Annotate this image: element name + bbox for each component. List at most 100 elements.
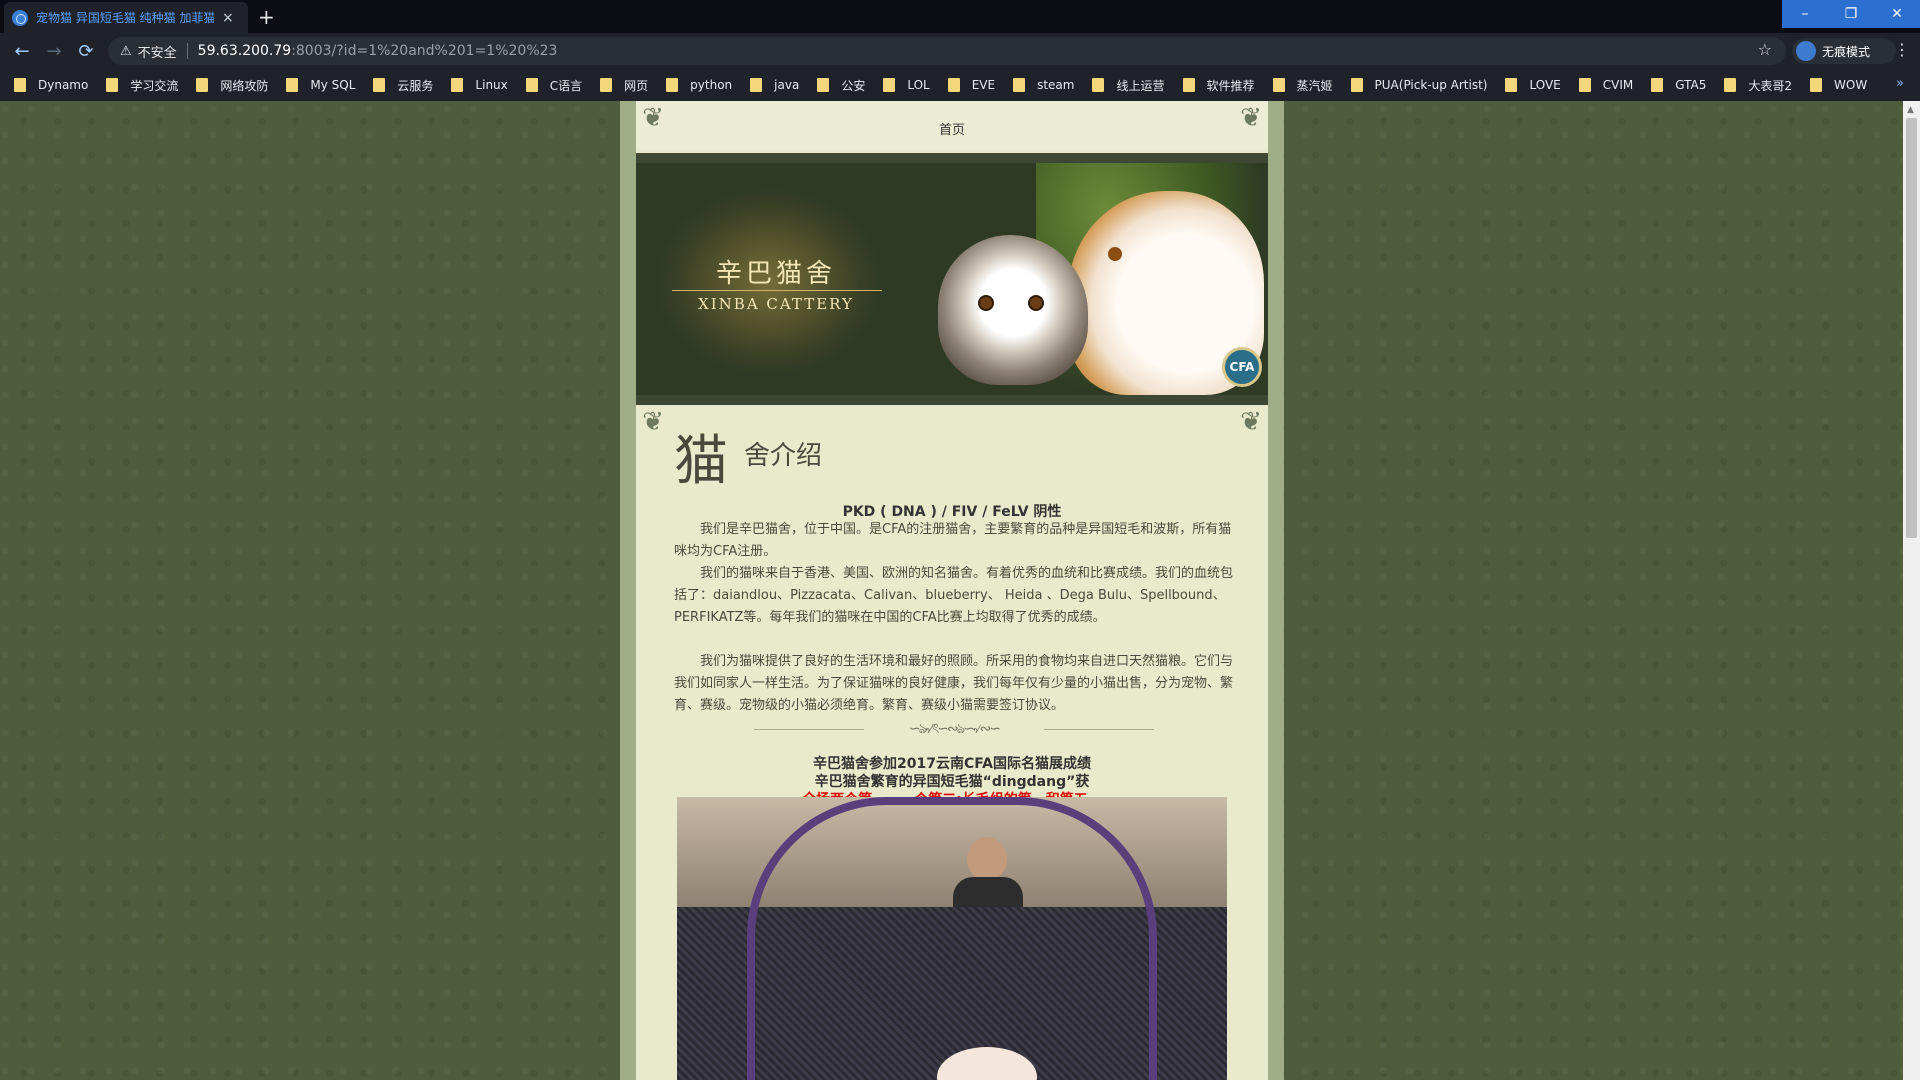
- bookmarks-bar: Dynamo 学习交流 网络攻防 My SQL 云服务 Linux C语言 网页…: [0, 69, 1920, 101]
- folder-icon: [1651, 78, 1664, 92]
- bookmark-folder[interactable]: 网页: [600, 77, 648, 94]
- bookmark-folder[interactable]: My SQL: [286, 78, 355, 92]
- bookmark-label: 大表哥2: [1748, 78, 1793, 93]
- reload-icon[interactable]: ⟳: [70, 41, 102, 62]
- bookmark-folder[interactable]: LOL: [883, 78, 930, 92]
- folder-icon: [286, 78, 299, 92]
- ornamental-divider: ∽ঌ৵ৎ∽∾ঌ∽৵∾∽: [754, 719, 1154, 739]
- tab-title: 宠物猫 异国短毛猫 纯种猫 加菲猫: [36, 11, 214, 25]
- heading-rest: 舍介绍: [744, 441, 823, 471]
- intro-paragraph: 我们为猫咪提供了良好的生活环境和最好的照顾。所采用的食物均来自进口天然猫粮。它们…: [674, 654, 1234, 713]
- cat-eye: [978, 295, 994, 311]
- bookmark-folder[interactable]: 线上运营: [1092, 77, 1165, 94]
- bookmark-label: 蒸汽姬: [1296, 78, 1333, 93]
- folder-icon: [1810, 78, 1823, 92]
- bookmark-folder[interactable]: 软件推荐: [1182, 77, 1255, 94]
- warning-icon[interactable]: ⚠: [120, 44, 132, 59]
- bookmark-folder[interactable]: Dynamo: [14, 78, 88, 92]
- globe-favicon-icon: [12, 9, 28, 26]
- bookmark-label: 学习交流: [130, 78, 179, 93]
- url-path[interactable]: :8003/?id=1%20and%201=1%20%23: [291, 43, 557, 59]
- bookmark-label: 软件推荐: [1206, 78, 1255, 93]
- cattery-banner: 辛巴猫舍 XINBA CATTERY CFA: [636, 153, 1268, 405]
- browser-toolbar: ← → ⟳ ⚠ 不安全 59.63.200.79 :8003/?id=1%20a…: [0, 33, 1920, 69]
- bookmark-folder[interactable]: PUA(Pick-up Artist): [1350, 78, 1487, 92]
- url-host[interactable]: 59.63.200.79: [198, 43, 292, 59]
- folder-icon: [1182, 78, 1195, 92]
- bookmark-folder[interactable]: CVIM: [1578, 78, 1633, 92]
- folder-icon: [750, 78, 763, 92]
- browser-menu-icon[interactable]: ⋮: [1894, 40, 1910, 59]
- banner-cat-tabby: [938, 235, 1088, 385]
- address-bar[interactable]: ⚠ 不安全 59.63.200.79 :8003/?id=1%20and%201…: [108, 37, 1786, 65]
- folder-icon: [883, 78, 896, 92]
- bookmark-folder[interactable]: 学习交流: [106, 77, 178, 94]
- bookmark-folder[interactable]: 云服务: [373, 77, 433, 94]
- bookmark-folder[interactable]: EVE: [947, 78, 995, 92]
- folder-icon: [373, 78, 386, 92]
- corner-ornament-icon: ❦: [1240, 407, 1262, 437]
- folder-icon: [1724, 78, 1737, 92]
- bookmark-label: 线上运营: [1116, 78, 1165, 93]
- top-nav: ❦ ❦ 首页: [636, 101, 1268, 149]
- bookmark-folder[interactable]: Linux: [451, 78, 508, 92]
- forward-icon[interactable]: →: [38, 41, 70, 62]
- bookmark-folder[interactable]: LOVE: [1505, 78, 1561, 92]
- security-label[interactable]: 不安全: [138, 42, 177, 61]
- back-icon[interactable]: ←: [6, 41, 38, 62]
- folder-icon: [14, 78, 26, 92]
- incognito-badge[interactable]: 无痕模式: [1792, 38, 1896, 64]
- scrollbar-thumb[interactable]: [1906, 118, 1917, 538]
- bookmark-label: WOW: [1834, 78, 1868, 92]
- main-content: ❦ ❦ 猫 舍介绍 PKD ( DNA ) / FIV / FeLV 阴性 我们…: [636, 405, 1268, 1080]
- page-viewport: ❦ ❦ 首页 辛巴猫舍 XINBA CATTERY CFA ❦ ❦ 猫 舍介绍 …: [0, 101, 1920, 1080]
- page-container: ❦ ❦ 首页 辛巴猫舍 XINBA CATTERY CFA ❦ ❦ 猫 舍介绍 …: [636, 101, 1268, 1080]
- logo-english: XINBA CATTERY: [698, 295, 854, 313]
- cat-eye: [1108, 247, 1122, 261]
- restore-button[interactable]: ❐: [1828, 0, 1874, 28]
- bookmark-label: C语言: [549, 78, 583, 93]
- bookmark-label: LOL: [907, 78, 930, 92]
- address-separator: [186, 43, 188, 59]
- bookmarks-overflow-icon[interactable]: »: [1896, 76, 1904, 91]
- bookmark-folder[interactable]: 网络攻防: [196, 77, 268, 94]
- folder-icon: [1013, 78, 1026, 92]
- bookmark-label: python: [690, 78, 733, 92]
- logo-chinese: 辛巴猫舍: [715, 259, 836, 289]
- nav-home-link[interactable]: 首页: [636, 119, 1268, 138]
- bookmark-label: GTA5: [1675, 78, 1707, 92]
- bookmark-label: Dynamo: [38, 78, 89, 92]
- bookmark-folder[interactable]: java: [750, 78, 799, 92]
- folder-icon: [600, 78, 613, 92]
- folder-icon: [817, 78, 830, 92]
- section-heading: 猫 舍介绍: [674, 431, 822, 491]
- folder-icon: [1092, 78, 1105, 92]
- cfa-badge-icon: CFA: [1222, 347, 1262, 387]
- bookmark-folder[interactable]: WOW: [1810, 78, 1867, 92]
- bookmark-folder[interactable]: python: [666, 78, 732, 92]
- new-tab-button[interactable]: +: [258, 5, 275, 29]
- bookmark-folder[interactable]: 大表哥2: [1724, 77, 1792, 94]
- folder-icon: [1578, 78, 1591, 92]
- folder-icon: [525, 78, 538, 92]
- minimize-button[interactable]: –: [1782, 0, 1828, 28]
- tab-close-icon[interactable]: ×: [222, 10, 234, 26]
- incognito-label: 无痕模式: [1822, 44, 1871, 59]
- cat-show-photo: [677, 797, 1227, 1080]
- scroll-up-arrow-icon[interactable]: ▲: [1907, 105, 1914, 115]
- close-window-button[interactable]: ✕: [1874, 0, 1920, 28]
- photo-cage-frame: [747, 797, 1157, 1080]
- folder-icon: [451, 78, 464, 92]
- bookmark-folder[interactable]: GTA5: [1651, 78, 1706, 92]
- bookmark-folder[interactable]: 蒸汽姬: [1272, 77, 1333, 94]
- folder-icon: [947, 78, 960, 92]
- browser-tab[interactable]: 宠物猫 异国短毛猫 纯种猫 加菲猫 ×: [4, 2, 248, 33]
- bookmark-folder[interactable]: C语言: [525, 77, 583, 94]
- bookmark-folder[interactable]: 公安: [817, 77, 865, 94]
- bookmark-folder[interactable]: steam: [1013, 78, 1074, 92]
- bookmark-label: 网页: [624, 78, 649, 93]
- bookmark-star-icon[interactable]: ☆: [1758, 40, 1772, 59]
- bookmark-label: 网络攻防: [220, 78, 269, 93]
- divider-line: [754, 728, 864, 730]
- page-scrollbar[interactable]: ▲: [1903, 101, 1920, 1080]
